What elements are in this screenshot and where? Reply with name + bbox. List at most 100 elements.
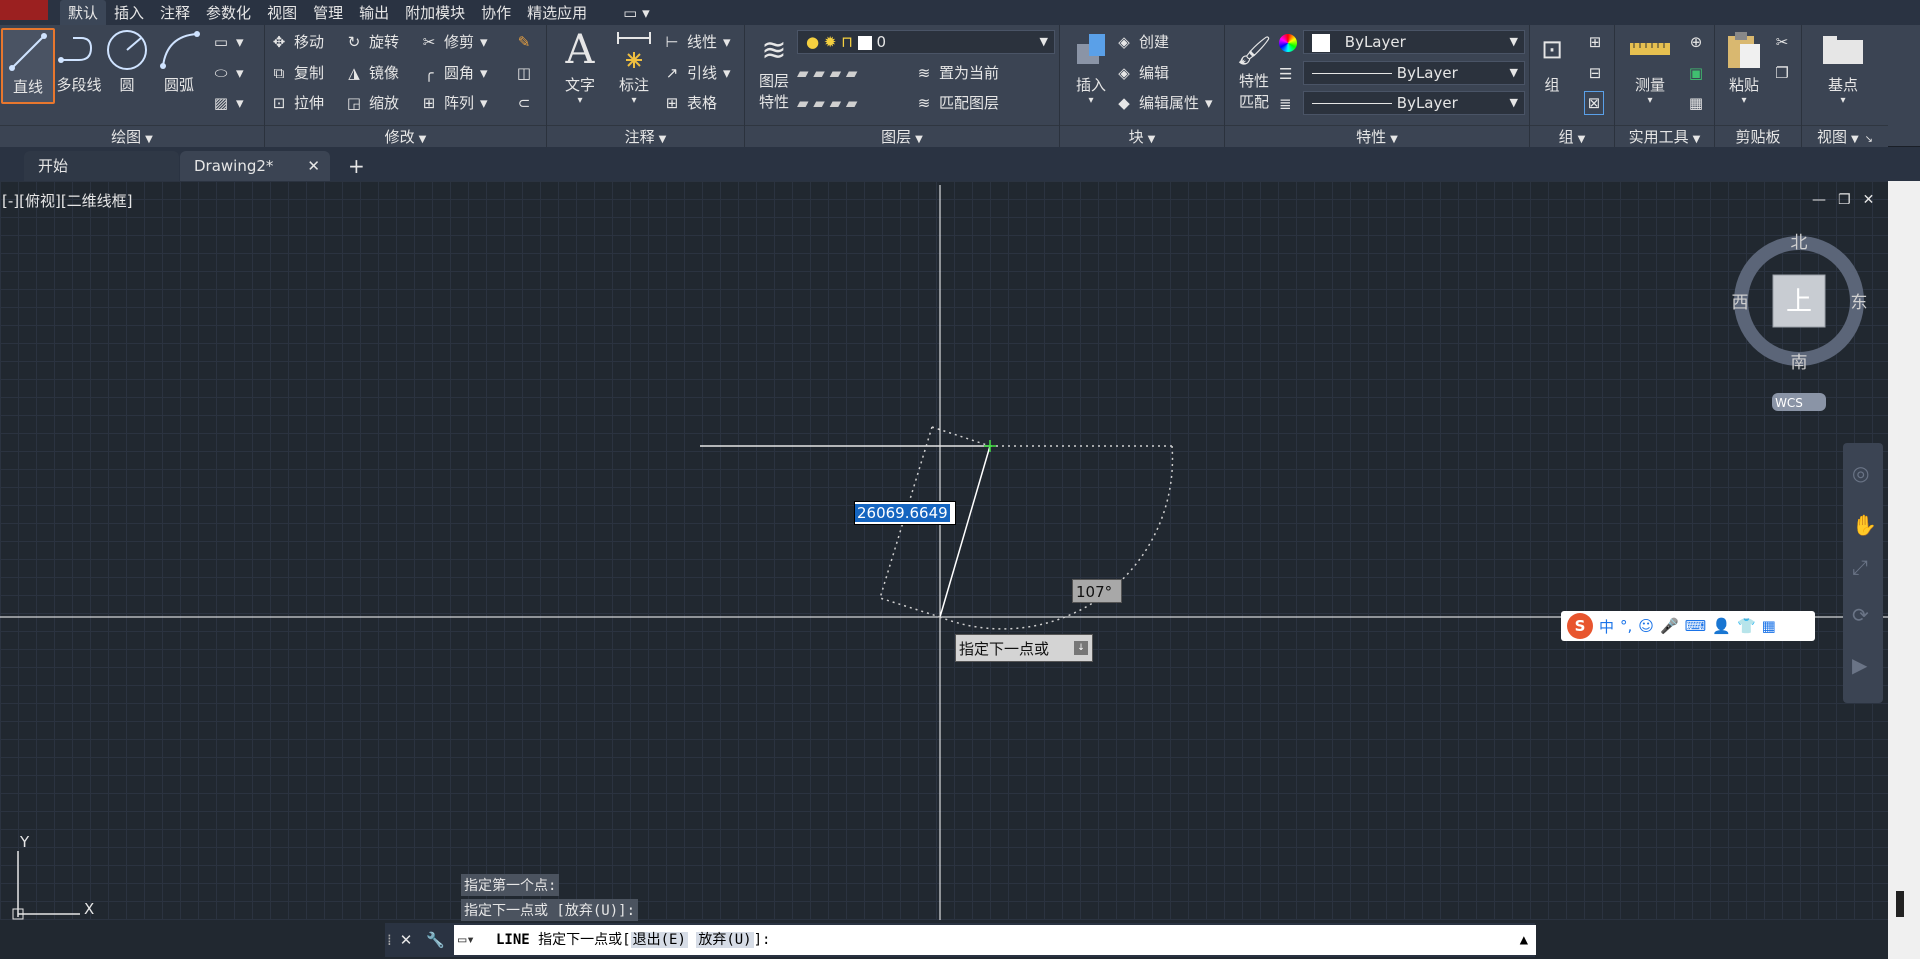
tab-manage[interactable]: 管理	[305, 0, 351, 25]
close-tab-icon[interactable]: ✕	[307, 151, 320, 181]
panel-clipboard-title[interactable]: 剪贴板	[1715, 125, 1801, 147]
dynamic-input-length[interactable]: 26069.6649	[854, 501, 956, 525]
showmotion-icon[interactable]: ▶	[1852, 653, 1867, 677]
polyline-button[interactable]: 多段线	[52, 28, 106, 104]
layer-properties-button[interactable]: ≋ 图层 特性	[747, 28, 801, 112]
tab-output[interactable]: 输出	[351, 0, 397, 25]
grip-icon[interactable]: ⁞	[387, 931, 392, 949]
select-all-button[interactable]: ▣	[1687, 61, 1705, 85]
hatch-button[interactable]: ▨ ▾	[212, 91, 244, 115]
arc-button[interactable]: 圆弧	[152, 28, 206, 104]
ime-mode-toggle[interactable]: 中	[1599, 616, 1614, 637]
layer-tools-row1[interactable]: ▰ ▰ ▰ ▰	[797, 61, 857, 85]
user-icon[interactable]: 👤	[1712, 617, 1731, 635]
layer-dropdown[interactable]: ● ✹ ⊓ 0 ▼	[797, 30, 1055, 54]
panel-layers-title[interactable]: 图层 ▼	[745, 125, 1059, 147]
group-edit-button[interactable]: ⊟	[1586, 61, 1604, 85]
close-command-line-icon[interactable]: ✕	[400, 931, 413, 949]
skin-icon[interactable]: 👕	[1737, 617, 1756, 635]
tab-collaborate[interactable]: 协作	[473, 0, 519, 25]
tab-addins[interactable]: 附加模块	[397, 0, 473, 25]
panel-draw-title[interactable]: 绘图 ▼	[0, 125, 264, 147]
option-undo[interactable]: 放弃(U)	[696, 932, 754, 948]
color-dropdown[interactable]: ByLayer ▼	[1303, 30, 1525, 54]
panel-block-title[interactable]: 块 ▼	[1060, 125, 1224, 147]
leader-button[interactable]: ↗ 引线 ▾	[663, 61, 731, 85]
base-view-button[interactable]: 基点 ▾	[1816, 28, 1870, 106]
trim-button[interactable]: ✂ 修剪 ▾	[420, 30, 488, 54]
copy-clip-button[interactable]: ❐	[1773, 61, 1791, 85]
scale-button[interactable]: ◲ 缩放	[345, 91, 399, 115]
fillet-button[interactable]: ╭ 圆角 ▾	[420, 61, 487, 85]
application-menu-button[interactable]	[0, 0, 48, 20]
create-block-button[interactable]: ◈ 创建	[1115, 30, 1169, 54]
ribbon-toggle-button[interactable]: ▭ ▾	[615, 0, 657, 25]
group-select-button[interactable]: ⊠	[1584, 91, 1604, 115]
dynamic-input-angle[interactable]: 107°	[1072, 579, 1122, 603]
ellipse-button[interactable]: ⬭ ▾	[212, 61, 244, 85]
customize-wrench-icon[interactable]: 🔧	[426, 931, 445, 949]
edit-attributes-button[interactable]: ◆ 编辑属性 ▾	[1115, 91, 1212, 115]
command-prompt-icon[interactable]: ▭▾	[458, 925, 475, 955]
tab-featured-apps[interactable]: 精选应用	[519, 0, 595, 25]
steering-wheel-icon[interactable]: ◎	[1852, 461, 1869, 485]
toolbox-icon[interactable]: ▦	[1762, 617, 1776, 635]
layer-tools-row2[interactable]: ▰ ▰ ▰ ▰	[797, 91, 857, 115]
insert-block-button[interactable]: 插入 ▾	[1064, 28, 1118, 106]
panel-properties-title[interactable]: 特性 ▼	[1225, 125, 1529, 147]
panel-modify-title[interactable]: 修改 ▼	[265, 125, 546, 147]
panel-view-title[interactable]: 视图 ▼ ↘	[1802, 125, 1888, 147]
text-button[interactable]: A 文字 ▾	[553, 27, 607, 106]
move-button[interactable]: ✥ 移动	[270, 30, 324, 54]
measure-button[interactable]: 测量 ▾	[1623, 28, 1677, 106]
rotate-button[interactable]: ↻ 旋转	[345, 30, 399, 54]
keyboard-icon[interactable]: ⌨	[1685, 617, 1707, 635]
scrollbar-thumb[interactable]	[1896, 891, 1904, 917]
offset-button[interactable]: ⊂	[515, 91, 533, 115]
match-properties-button[interactable]: 🖌 特性 匹配	[1227, 28, 1281, 112]
mirror-button[interactable]: ◮ 镜像	[345, 61, 399, 85]
pan-icon[interactable]: ✋	[1852, 513, 1877, 537]
command-input[interactable]: ▭▾ LINE 指定下一点或[退出(E) 放弃(U)]: ▲	[454, 925, 1536, 955]
zoom-extents-icon[interactable]: ⤢	[1852, 555, 1868, 579]
linetype-dropdown[interactable]: ByLayer ▼	[1303, 61, 1525, 85]
ungroup-button[interactable]: ⊞	[1586, 30, 1604, 54]
dimension-button[interactable]: 标注 ▾	[607, 28, 661, 106]
tab-insert[interactable]: 插入	[106, 0, 152, 25]
orbit-icon[interactable]: ⟳	[1852, 603, 1869, 627]
file-tab-drawing2[interactable]: Drawing2* ✕	[180, 151, 330, 181]
panel-groups-title[interactable]: 组 ▼	[1530, 125, 1614, 147]
lineweight-dropdown[interactable]: ByLayer ▼	[1303, 91, 1525, 115]
command-history-toggle-icon[interactable]: ▲	[1520, 925, 1528, 955]
circle-button[interactable]: 圆	[100, 28, 154, 104]
down-arrow-icon[interactable]: ↓	[1074, 641, 1088, 655]
match-layer-button[interactable]: ≋ 匹配图层	[915, 91, 999, 115]
stretch-button[interactable]: ⊡ 拉伸	[270, 91, 324, 115]
linear-dim-button[interactable]: ⊢ 线性 ▾	[663, 30, 730, 54]
array-button[interactable]: ⊞ 阵列 ▾	[420, 91, 488, 115]
paste-button[interactable]: 粘贴 ▾	[1717, 28, 1771, 106]
ime-punctuation[interactable]: °,	[1620, 617, 1632, 635]
tab-annotate[interactable]: 注释	[152, 0, 198, 25]
panel-utilities-title[interactable]: 实用工具 ▼	[1615, 125, 1714, 147]
erase-button[interactable]: ✎	[515, 30, 533, 54]
table-button[interactable]: ⊞ 表格	[663, 91, 717, 115]
new-tab-button[interactable]: +	[340, 151, 374, 181]
tab-view[interactable]: 视图	[259, 0, 305, 25]
tab-parametric[interactable]: 参数化	[198, 0, 259, 25]
group-button[interactable]: ⊡ 组	[1532, 28, 1572, 104]
panel-annotation-title[interactable]: 注释 ▼	[547, 125, 744, 147]
calculator-button[interactable]: ▦	[1687, 91, 1705, 115]
microphone-icon[interactable]: 🎤	[1660, 617, 1679, 635]
cut-button[interactable]: ✂	[1773, 30, 1791, 54]
quick-select-button[interactable]: ⊕	[1687, 30, 1705, 54]
set-current-button[interactable]: ≋ 置为当前	[915, 61, 999, 85]
copy-button[interactable]: ⧉ 复制	[270, 61, 324, 85]
explode-button[interactable]: ◫	[515, 61, 533, 85]
option-exit[interactable]: 退出(E)	[630, 932, 688, 948]
edit-block-button[interactable]: ◈ 编辑	[1115, 61, 1169, 85]
line-button[interactable]: 直线	[1, 28, 55, 104]
rectangle-button[interactable]: ▭ ▾	[212, 30, 244, 54]
tab-home[interactable]: 默认	[60, 0, 107, 25]
sogou-logo-icon[interactable]: S	[1567, 613, 1593, 639]
